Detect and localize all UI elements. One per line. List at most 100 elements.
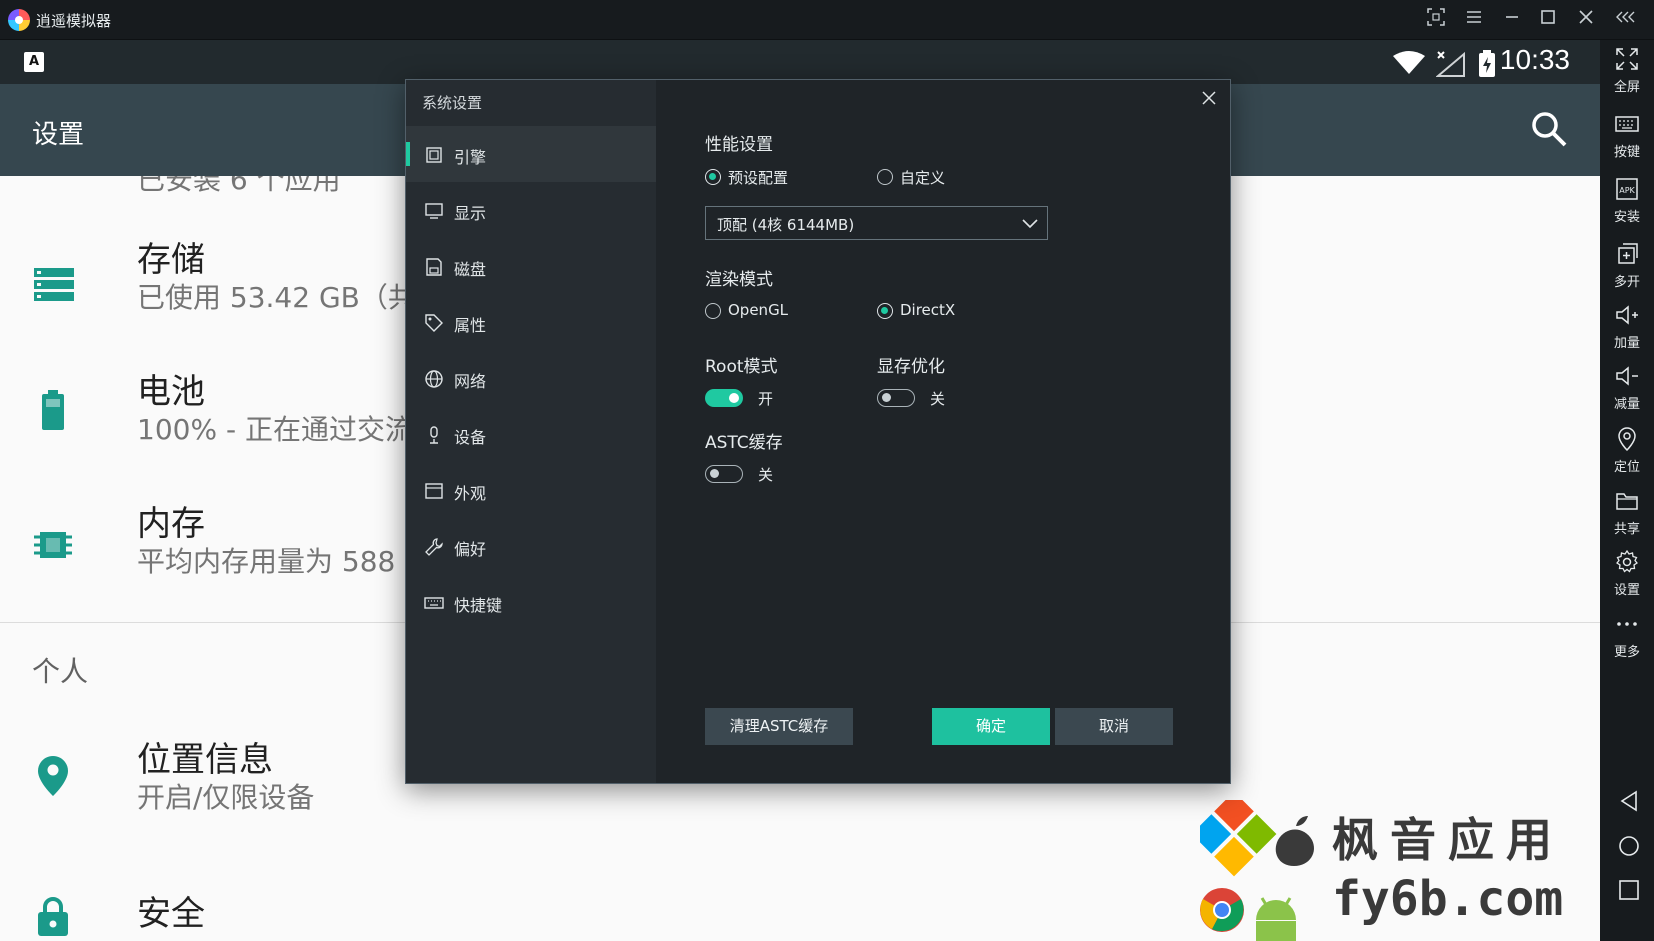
section-header-personal: 个人 [32,655,89,688]
globe-icon [425,370,443,388]
nav-shortcuts[interactable]: 快捷键 [406,574,656,630]
location-icon [1618,427,1636,452]
performance-section-title: 性能设置 [705,135,773,155]
multi-instance-icon [1618,243,1638,264]
location-pin-icon [38,756,68,796]
maximize-icon[interactable] [1536,8,1560,32]
notification-badge: A [24,52,44,72]
nav-engine[interactable]: 引擎 [406,126,656,182]
battery-icon [42,390,64,430]
toolbar-label: 全屏 [1613,80,1640,95]
nav-device[interactable]: 设备 [406,406,656,462]
collapse-toolbar-icon[interactable] [1614,8,1638,32]
radio-dot [705,303,721,319]
radio-label: 预设配置 [728,169,789,187]
toolbar-more[interactable]: 更多 [1600,611,1654,660]
watermark-logo: 枫音应用 fy6b.com [1200,800,1600,941]
nav-preferences[interactable]: 偏好 [406,518,656,574]
menu-icon[interactable] [1462,8,1486,32]
toolbar-location[interactable]: 定位 [1600,426,1654,475]
cancel-button[interactable]: 取消 [1055,708,1173,745]
radio-preset-config[interactable]: 预设配置 [705,167,815,187]
toolbar-keymap[interactable]: 按键 [1600,111,1654,160]
radio-dot-selected [877,303,893,319]
toolbar-label: 加量 [1613,336,1640,351]
root-mode-title: Root模式 [705,357,778,377]
radio-dot [877,169,893,185]
signal-icon [1436,51,1465,77]
nav-label: 设备 [454,428,487,447]
toolbar-multi-instance[interactable]: 多开 [1600,241,1654,290]
vram-optimize-title: 显存优化 [877,357,945,377]
radio-opengl[interactable]: OpenGL [705,301,805,321]
clear-astc-cache-button[interactable]: 清理ASTC缓存 [705,708,853,745]
toolbar-settings[interactable]: 设置 [1600,549,1654,598]
folder-icon [1616,493,1638,510]
toolbar-volume-down[interactable]: 减量 [1600,363,1654,412]
settings-item-subtitle: 100% - 正在通过交流 [137,413,413,446]
nav-network[interactable]: 网络 [406,350,656,406]
nav-label: 偏好 [454,540,487,559]
close-window-icon[interactable] [1574,8,1598,32]
toolbar-label: 设置 [1613,583,1640,598]
nav-disk[interactable]: 磁盘 [406,238,656,294]
android-status-bar: A 10:33 [0,40,1600,84]
status-clock: 10:33 [1499,44,1570,75]
radio-label: 自定义 [900,169,946,187]
back-nav-icon[interactable] [1618,790,1640,812]
nav-appearance[interactable]: 外观 [406,462,656,518]
settings-item-title: 位置信息 [137,740,273,780]
vram-optimize-toggle[interactable] [877,389,915,407]
toolbar-install[interactable]: APK 安装 [1600,176,1654,225]
monitor-icon [425,203,443,219]
astc-cache-toggle[interactable] [705,465,743,483]
select-value: 顶配 (4核 6144MB) [717,216,855,234]
nav-label: 外观 [454,484,487,503]
root-mode-toggle[interactable] [705,389,743,407]
app-logo-icon [8,9,30,31]
toolbar-fullscreen[interactable]: 全屏 [1600,46,1654,95]
screenshot-icon[interactable] [1424,8,1448,32]
radio-custom[interactable]: 自定义 [877,167,977,187]
nav-label: 属性 [454,316,487,335]
preset-config-select[interactable]: 顶配 (4核 6144MB) [705,206,1048,240]
memory-chip-icon [34,532,72,558]
dialog-sidebar: 系统设置 引擎 显示 磁盘 属性 网络 设备 外观 偏好 快捷键 [406,80,656,783]
toolbar-share[interactable]: 共享 [1600,488,1654,537]
storage-icon [34,268,74,301]
emulator-side-toolbar: 全屏 按键 APK 安装 多开 加量 减量 定位 共享 设置 更多 [1600,40,1654,941]
toolbar-label: 安装 [1613,210,1640,225]
volume-down-icon [1616,366,1638,386]
svg-text:APK: APK [1619,186,1635,195]
toolbar-volume-up[interactable]: 加量 [1600,302,1654,351]
toolbar-label: 共享 [1613,522,1640,537]
toolbar-label: 更多 [1613,645,1640,660]
close-dialog-icon[interactable] [1198,88,1220,110]
watermark-emblem-icon [1200,800,1314,941]
render-mode-title: 渲染模式 [705,270,773,290]
settings-item-title: 安全 [137,894,205,934]
tag-icon [425,314,443,332]
nav-properties[interactable]: 属性 [406,294,656,350]
radio-directx[interactable]: DirectX [877,301,977,321]
watermark-text-domain: fy6b.com [1332,871,1564,927]
settings-item-subtitle: 开启/仅限设备 [137,781,315,814]
confirm-button[interactable]: 确定 [932,708,1050,745]
minimize-icon[interactable] [1500,8,1524,32]
system-settings-dialog: 系统设置 引擎 显示 磁盘 属性 网络 设备 外观 偏好 快捷键 性能设置 预设… [405,79,1231,784]
settings-item-title: 电池 [137,372,205,412]
disk-icon [426,258,442,276]
nav-label: 引擎 [454,148,487,167]
search-icon[interactable] [1530,110,1568,148]
vram-optimize-state: 关 [930,390,946,408]
apps-summary-partial: 已安装 6 个应用 [137,176,341,196]
apk-icon: APK [1616,178,1638,200]
radio-label: DirectX [900,301,956,319]
recents-nav-icon[interactable] [1618,879,1640,901]
home-nav-icon[interactable] [1618,835,1640,857]
settings-item-title: 存储 [137,240,205,280]
wrench-icon [425,538,443,556]
window-icon [425,483,443,499]
microphone-icon [430,426,438,444]
nav-display[interactable]: 显示 [406,182,656,238]
